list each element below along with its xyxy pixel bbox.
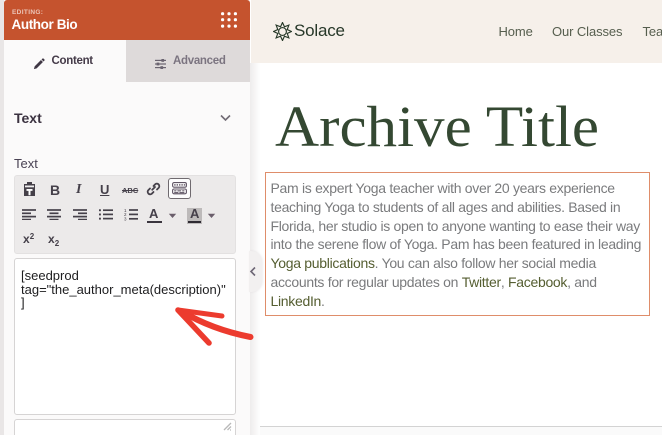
svg-text:3: 3 [124, 217, 127, 221]
